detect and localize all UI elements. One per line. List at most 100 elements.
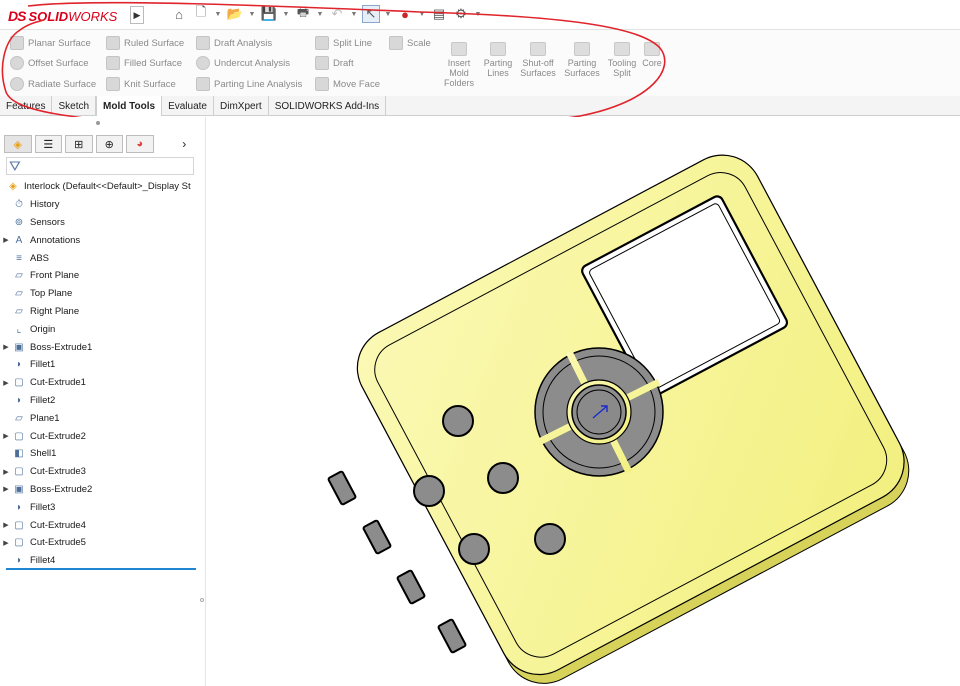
draft-icon (315, 56, 329, 70)
tree-item[interactable]: ▶ ▢ Cut-Extrude5 (0, 534, 200, 552)
filter-icon[interactable]: ⛛ (6, 157, 194, 175)
tree-item[interactable]: ≡ ABS (0, 249, 200, 267)
panel-splitter-handle[interactable] (200, 598, 204, 602)
tree-item[interactable]: ▱ Plane1 (0, 409, 200, 427)
tree-item[interactable]: ◗ Fillet3 (0, 498, 200, 516)
knit-surface-button[interactable]: Knit Surface (106, 75, 176, 93)
tree-item[interactable]: ◗ Fillet4 (0, 552, 200, 570)
tree-item[interactable]: ▶ ▢ Cut-Extrude3 (0, 463, 200, 481)
tab-sketch[interactable]: Sketch (52, 96, 97, 116)
new-document-icon[interactable]: 🗋 (192, 4, 210, 23)
rollback-bar[interactable] (6, 568, 196, 570)
fillet-icon: ◗ (15, 359, 23, 371)
tab-evaluate[interactable]: Evaluate (162, 96, 214, 116)
tree-item[interactable]: ▱ Front Plane (0, 267, 200, 285)
undercut-analysis-icon (196, 56, 210, 70)
expand-arrow-icon[interactable]: ▶ (0, 379, 12, 387)
ruled-surface-button[interactable]: Ruled Surface (106, 34, 184, 52)
tree-item-label: Fillet2 (30, 394, 56, 406)
tree-item[interactable]: ▶ ▢ Cut-Extrude2 (0, 427, 200, 445)
expand-arrow-icon[interactable]: ▶ (0, 343, 12, 351)
solidworks-logo[interactable]: DS SOLIDWORKS (8, 6, 117, 26)
tab-solidworks-add-ins[interactable]: SOLIDWORKS Add-Ins (269, 96, 387, 116)
scale-icon (389, 36, 403, 50)
open-dropdown-icon[interactable]: ▼ (248, 5, 256, 23)
feature-manager-icon[interactable]: ◈ (4, 135, 32, 153)
tree-item[interactable]: ◈ Interlock (Default<<Default>_Display St (0, 178, 200, 196)
tree-item[interactable]: ⏱ History (0, 196, 200, 214)
property-manager-icon[interactable]: ☰ (34, 135, 62, 153)
rebuild-dropdown-icon[interactable]: ▼ (418, 5, 426, 23)
insert-mold-folders-button[interactable]: Insert Mold Folders (439, 42, 479, 88)
radiate-surface-button[interactable]: Radiate Surface (10, 75, 96, 93)
parting-surfaces-button[interactable]: Parting Surfaces (562, 42, 602, 78)
tree-item[interactable]: ▱ Right Plane (0, 303, 200, 321)
panel-collapse-handle[interactable] (96, 121, 100, 125)
parting-line-analysis-button[interactable]: Parting Line Analysis (196, 75, 302, 93)
tree-item[interactable]: ▱ Top Plane (0, 285, 200, 303)
origin-icon: ⌞ (16, 323, 22, 335)
shut-off-surfaces-button[interactable]: Shut-off Surfaces (518, 42, 558, 78)
tree-item[interactable]: ⌞ Origin (0, 320, 200, 338)
file-properties-icon[interactable]: ▤ (430, 5, 448, 23)
undercut-analysis-button[interactable]: Undercut Analysis (196, 54, 290, 72)
configuration-manager-icon[interactable]: ⊞ (65, 135, 93, 153)
plane-icon: ▱ (15, 305, 23, 317)
graphics-area[interactable] (206, 117, 960, 686)
print-dropdown-icon[interactable]: ▼ (316, 5, 324, 23)
tab-dimxpert[interactable]: DimXpert (214, 96, 269, 116)
options-dropdown-icon[interactable]: ▼ (474, 5, 482, 23)
open-folder-icon[interactable]: 📂 (226, 5, 244, 23)
home-icon[interactable]: ⌂ (170, 5, 188, 23)
tree-item[interactable]: ▶ ▣ Boss-Extrude2 (0, 481, 200, 499)
tree-item[interactable]: ◗ Fillet2 (0, 392, 200, 410)
tree-item[interactable]: ◗ Fillet1 (0, 356, 200, 374)
parting-lines-button[interactable]: Parting Lines (478, 42, 518, 78)
part-model[interactable] (206, 117, 960, 686)
save-icon[interactable]: 💾 (260, 5, 278, 23)
ds-logo-mark: DS (8, 8, 26, 24)
tree-item[interactable]: ▶ ▢ Cut-Extrude1 (0, 374, 200, 392)
expand-arrow-icon[interactable]: ▶ (0, 521, 12, 529)
expand-arrow-icon[interactable]: ▶ (0, 485, 12, 493)
select-pointer-icon[interactable]: ↖ (362, 5, 380, 23)
tree-item-label: Cut-Extrude1 (30, 377, 86, 389)
more-tabs-chevron-icon[interactable]: › (171, 135, 198, 153)
select-dropdown-icon[interactable]: ▼ (384, 5, 392, 23)
ruled-surface-icon (106, 36, 120, 50)
core-button[interactable]: Core (636, 42, 668, 68)
tree-item[interactable]: ▶ ▢ Cut-Extrude4 (0, 516, 200, 534)
draft-button[interactable]: Draft (315, 54, 354, 72)
cut-extrude-icon: ▢ (14, 537, 24, 549)
filled-surface-button[interactable]: Filled Surface (106, 54, 182, 72)
expand-arrow-icon[interactable]: ▶ (0, 236, 12, 244)
menu-expand-arrow-icon[interactable]: ▶ (130, 6, 144, 24)
print-icon[interactable]: 🖶 (294, 4, 312, 23)
tree-item[interactable]: ▶ ▣ Boss-Extrude1 (0, 338, 200, 356)
expand-arrow-icon[interactable]: ▶ (0, 539, 12, 547)
expand-arrow-icon[interactable]: ▶ (0, 432, 12, 440)
cut-extrude-icon: ▢ (14, 519, 24, 531)
undo-icon[interactable]: ↶ (328, 5, 346, 23)
draft-analysis-button[interactable]: Draft Analysis (196, 34, 272, 52)
planar-surface-button[interactable]: Planar Surface (10, 34, 91, 52)
save-dropdown-icon[interactable]: ▼ (282, 5, 290, 23)
tree-item[interactable]: ⊚ Sensors (0, 214, 200, 232)
split-line-button[interactable]: Split Line (315, 34, 372, 52)
tab-mold-tools[interactable]: Mold Tools (96, 96, 163, 116)
traffic-light-icon[interactable]: ● (396, 5, 414, 23)
new-dropdown-icon[interactable]: ▼ (214, 5, 222, 23)
dimxpert-manager-icon[interactable]: ⊕ (95, 135, 123, 153)
scale-button[interactable]: Scale (389, 34, 431, 52)
offset-surface-button[interactable]: Offset Surface (10, 54, 89, 72)
tab-features[interactable]: Features (0, 96, 53, 116)
expand-arrow-icon[interactable]: ▶ (0, 468, 12, 476)
tree-item[interactable]: ▶ A Annotations (0, 231, 200, 249)
parting-line-analysis-icon (196, 77, 210, 91)
knit-surface-icon (106, 77, 120, 91)
display-manager-icon[interactable]: ◕ (126, 135, 154, 153)
undo-dropdown-icon[interactable]: ▼ (350, 5, 358, 23)
tree-item[interactable]: ◧ Shell1 (0, 445, 200, 463)
options-gear-icon[interactable]: ⚙ (452, 5, 470, 23)
move-face-button[interactable]: Move Face (315, 75, 380, 93)
